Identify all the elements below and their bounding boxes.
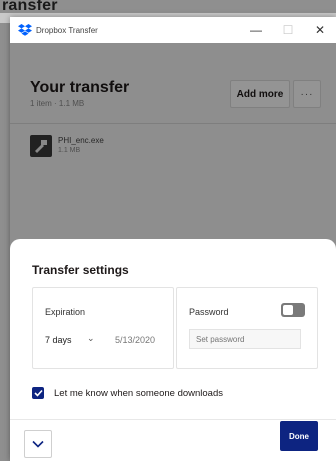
maximize-icon: ☐ bbox=[282, 23, 294, 37]
title-bar: Dropbox Transfer — ☐ ✕ bbox=[10, 17, 336, 43]
notify-option[interactable]: Let me know when someone downloads bbox=[32, 387, 223, 399]
chevron-down-icon[interactable]: ⌄ bbox=[87, 333, 95, 344]
transfer-settings-sheet: Transfer settings Expiration 7 days ⌄ 5/… bbox=[10, 239, 336, 461]
minimize-button[interactable]: — bbox=[240, 17, 272, 43]
expiration-select[interactable]: 7 days bbox=[45, 335, 72, 345]
dropbox-logo-icon bbox=[18, 24, 32, 36]
settings-title: Transfer settings bbox=[32, 263, 129, 277]
notify-checkbox[interactable] bbox=[32, 387, 44, 399]
chevron-down-icon bbox=[32, 440, 44, 448]
minimize-icon: — bbox=[250, 23, 262, 37]
expiration-card: Expiration 7 days ⌄ 5/13/2020 bbox=[32, 287, 174, 369]
password-toggle[interactable] bbox=[281, 303, 305, 317]
maximize-button[interactable]: ☐ bbox=[272, 17, 304, 43]
close-button[interactable]: ✕ bbox=[304, 17, 336, 43]
close-icon: ✕ bbox=[314, 23, 326, 37]
sheet-footer-divider bbox=[10, 419, 336, 420]
checkmark-icon bbox=[33, 389, 43, 397]
window-title: Dropbox Transfer bbox=[36, 25, 98, 35]
password-input[interactable] bbox=[189, 329, 301, 349]
password-label: Password bbox=[189, 307, 229, 317]
window-controls: — ☐ ✕ bbox=[240, 17, 336, 43]
collapse-button[interactable] bbox=[24, 430, 52, 458]
dropbox-transfer-window: Dropbox Transfer — ☐ ✕ Your transfer 1 i… bbox=[10, 17, 336, 461]
done-button[interactable]: Done bbox=[280, 421, 318, 451]
notify-label: Let me know when someone downloads bbox=[54, 387, 223, 399]
expiration-label: Expiration bbox=[45, 307, 86, 317]
background-page-title: ransfer bbox=[2, 0, 58, 14]
expiration-date[interactable]: 5/13/2020 bbox=[115, 335, 155, 345]
password-card: Password bbox=[176, 287, 318, 369]
